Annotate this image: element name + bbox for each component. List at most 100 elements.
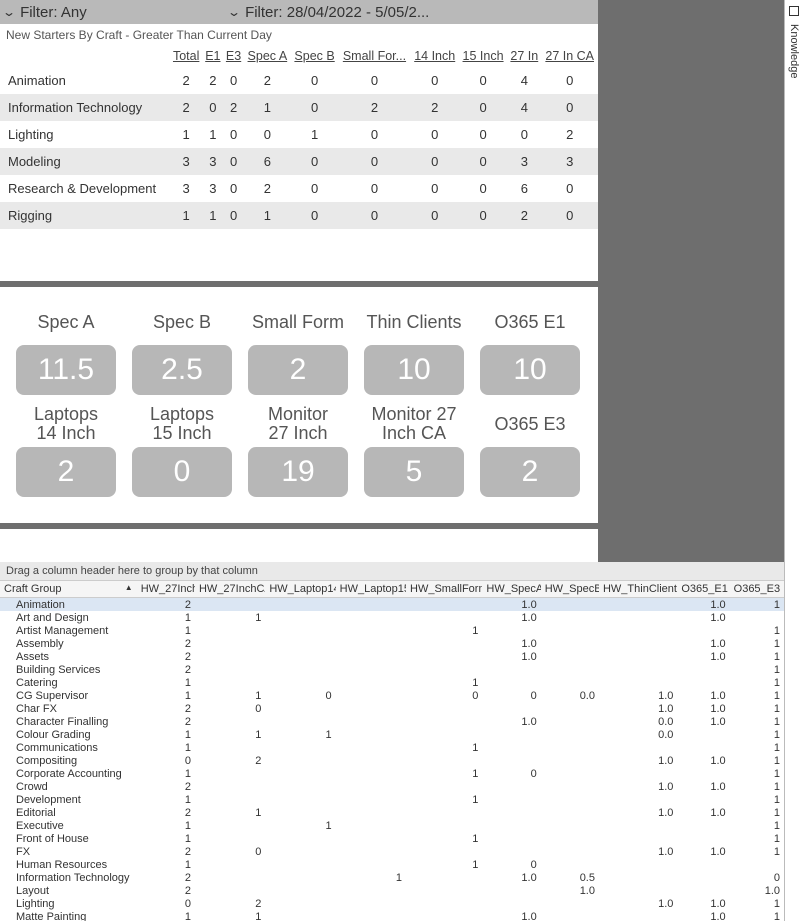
t1-header[interactable]: 14 Inch <box>411 45 459 67</box>
grid-header[interactable]: HW_SmallForm <box>406 581 482 598</box>
grid-row[interactable]: Assembly21.01.01 <box>0 637 784 650</box>
grid-header[interactable]: HW_ThinClients <box>599 581 677 598</box>
grid-row[interactable]: FX201.01.01 <box>0 845 784 858</box>
value-cell <box>336 741 406 754</box>
t1-header[interactable]: 15 Inch <box>459 45 507 67</box>
grid-row[interactable]: Front of House111 <box>0 832 784 845</box>
value-cell <box>730 611 784 624</box>
value-cell <box>541 663 599 676</box>
grid-row[interactable]: Catering111 <box>0 676 784 689</box>
value-cell <box>195 624 265 637</box>
value-cell: 1 <box>137 858 195 871</box>
value-cell <box>541 858 599 871</box>
knowledge-sidebar[interactable]: Knowledge <box>784 0 803 921</box>
cell: 0 <box>291 148 339 175</box>
grid-row[interactable]: Lighting021.01.01 <box>0 897 784 910</box>
value-cell <box>336 832 406 845</box>
cell[interactable]: 3 <box>170 148 203 175</box>
kpi-value: 11.5 <box>16 345 116 395</box>
grid-row[interactable]: Colour Grading1110.01 <box>0 728 784 741</box>
grid-group-hint[interactable]: Drag a column header here to group by th… <box>0 562 784 581</box>
grid-row[interactable]: Communications111 <box>0 741 784 754</box>
value-cell <box>599 741 677 754</box>
cell: 0 <box>459 67 507 94</box>
t1-header[interactable]: Total <box>170 45 203 67</box>
grid-row[interactable]: Development111 <box>0 793 784 806</box>
grid-row[interactable]: Building Services21 <box>0 663 784 676</box>
t1-header[interactable]: Spec B <box>291 45 339 67</box>
value-cell: 1 <box>730 832 784 845</box>
grid-row[interactable]: Layout21.01.0 <box>0 884 784 897</box>
value-cell <box>336 793 406 806</box>
grid-row[interactable]: Artist Management111 <box>0 624 784 637</box>
grid-row[interactable]: Char FX201.01.01 <box>0 702 784 715</box>
kpi-value: 10 <box>364 345 464 395</box>
value-cell: 1.0 <box>541 884 599 897</box>
grid-row[interactable]: Corporate Accounting1101 <box>0 767 784 780</box>
value-cell: 0 <box>482 767 540 780</box>
cell[interactable]: 2 <box>170 94 203 121</box>
cell: 0 <box>411 175 459 202</box>
grid-row[interactable]: Matte Painting111.01.01 <box>0 910 784 921</box>
grid-header[interactable]: HW_SpecA <box>482 581 540 598</box>
grid-header[interactable]: HW_Laptop14 <box>265 581 335 598</box>
grid-row[interactable]: Information Technology211.00.50 <box>0 871 784 884</box>
t1-header[interactable] <box>0 45 170 67</box>
grid-header[interactable]: HW_27InchCA <box>195 581 265 598</box>
grid-row[interactable]: Character Finalling21.00.01.01 <box>0 715 784 728</box>
value-cell <box>336 663 406 676</box>
grid-row[interactable]: Crowd21.01.01 <box>0 780 784 793</box>
t1-header[interactable]: E3 <box>223 45 244 67</box>
value-cell <box>541 780 599 793</box>
t1-header[interactable]: Spec A <box>244 45 291 67</box>
value-cell <box>265 767 335 780</box>
grid-row[interactable]: Art and Design111.01.0 <box>0 611 784 624</box>
value-cell <box>677 832 729 845</box>
value-cell: 1 <box>265 819 335 832</box>
grid-row[interactable]: Human Resources110 <box>0 858 784 871</box>
new-starters-table: TotalE1E3Spec ASpec BSmall For...14 Inch… <box>0 45 598 229</box>
cell: 0 <box>411 148 459 175</box>
value-cell: 2 <box>137 780 195 793</box>
cell[interactable]: 1 <box>170 121 203 148</box>
cell: 0 <box>459 121 507 148</box>
grid-header[interactable]: HW_SpecB <box>541 581 599 598</box>
grid-header[interactable]: Craft Group▲ <box>0 581 137 598</box>
kpi-value: 19 <box>248 447 348 497</box>
value-cell <box>195 741 265 754</box>
grid-header[interactable]: O365_E3 <box>730 581 784 598</box>
value-cell <box>541 624 599 637</box>
value-cell <box>265 754 335 767</box>
filter-date-dropdown[interactable]: ⌄ Filter: 28/04/2022 - 5/05/2... <box>225 0 598 24</box>
craft-cell: Artist Management <box>0 624 137 637</box>
grid-row[interactable]: Editorial211.01.01 <box>0 806 784 819</box>
value-cell <box>406 780 482 793</box>
grid-header[interactable]: HW_27Inch <box>137 581 195 598</box>
filter-any-dropdown[interactable]: ⌄ Filter: Any <box>0 0 225 24</box>
value-cell: 1 <box>195 728 265 741</box>
value-cell <box>541 598 599 612</box>
craft-cell: Human Resources <box>0 858 137 871</box>
grid-row[interactable]: Executive111 <box>0 819 784 832</box>
grid-row[interactable]: Compositing021.01.01 <box>0 754 784 767</box>
value-cell: 1 <box>137 767 195 780</box>
cell[interactable]: 1 <box>170 202 203 229</box>
value-cell <box>336 598 406 612</box>
cell[interactable]: 2 <box>170 67 203 94</box>
grid-row[interactable]: Assets21.01.01 <box>0 650 784 663</box>
cell: 0 <box>338 148 410 175</box>
value-cell: 1.0 <box>482 650 540 663</box>
grid-row[interactable]: Animation21.01.01 <box>0 598 784 612</box>
craft-label: Rigging <box>0 202 170 229</box>
t1-header[interactable]: 27 In CA <box>541 45 598 67</box>
grid-header[interactable]: O365_E1 <box>677 581 729 598</box>
grid-row[interactable]: CG Supervisor110000.01.01.01 <box>0 689 784 702</box>
t1-header[interactable]: 27 In <box>507 45 541 67</box>
value-cell: 1 <box>730 845 784 858</box>
value-cell <box>336 611 406 624</box>
grid-header[interactable]: HW_Laptop15 <box>336 581 406 598</box>
t1-header[interactable]: E1 <box>203 45 224 67</box>
craft-grid[interactable]: Craft Group▲HW_27InchHW_27InchCAHW_Lapto… <box>0 581 784 921</box>
t1-header[interactable]: Small For... <box>338 45 410 67</box>
cell[interactable]: 3 <box>170 175 203 202</box>
